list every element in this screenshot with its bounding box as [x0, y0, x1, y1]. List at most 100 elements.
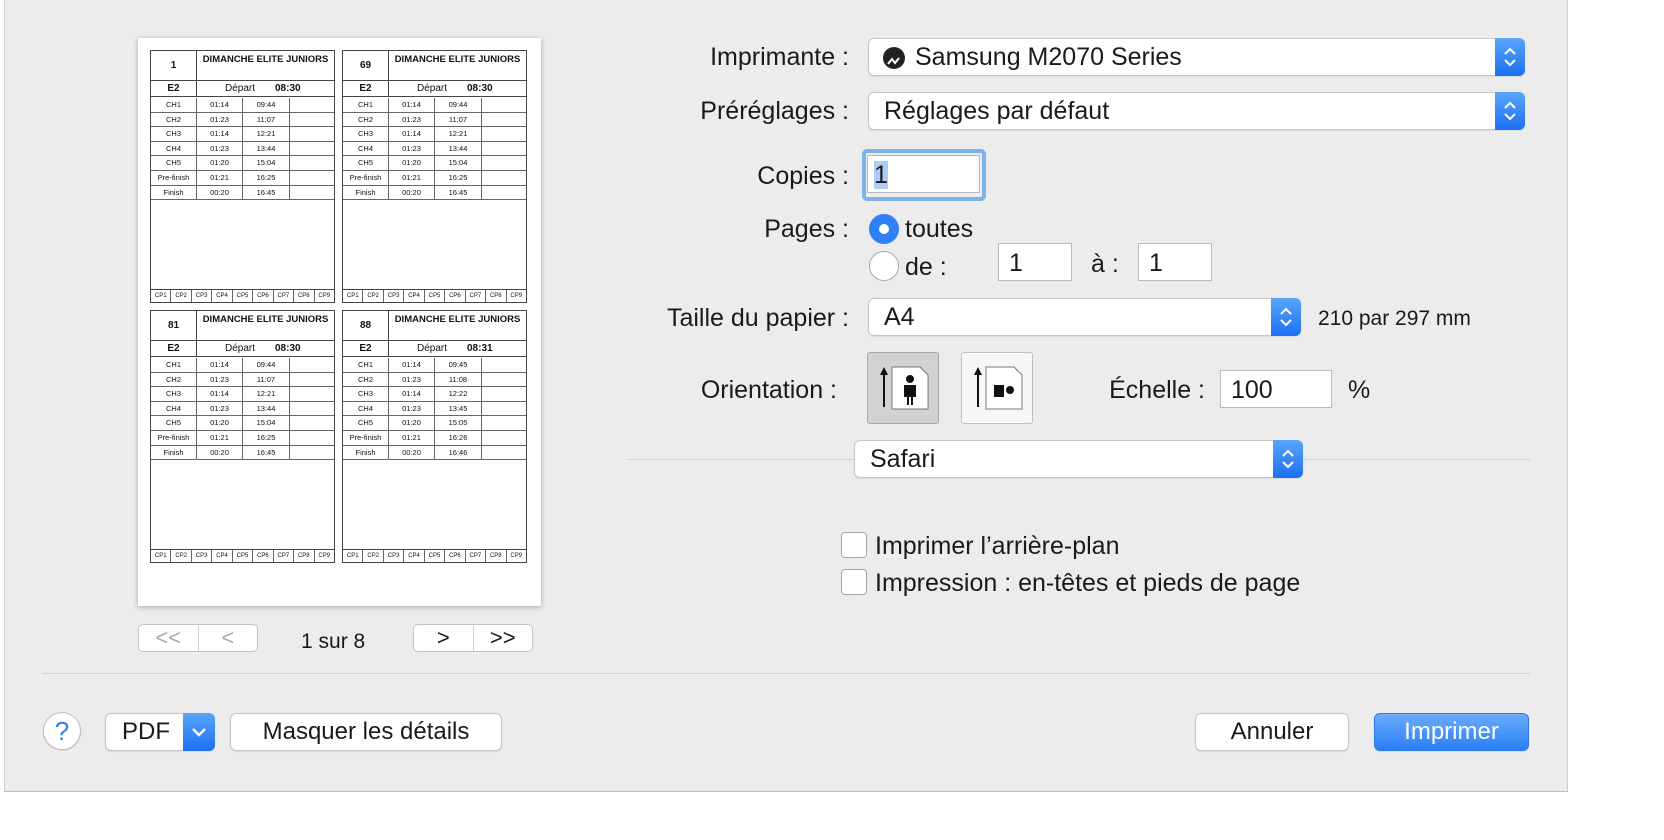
card-row: CH2 01:23 11:07 [343, 112, 526, 128]
card-row: CH1 01:14 09:44 [151, 98, 334, 113]
card-cell: CH2 [151, 112, 197, 127]
headers-footers-checkbox[interactable] [841, 569, 867, 595]
pages-all-radio[interactable] [869, 214, 899, 244]
print-preview-page: 1 DIMANCHE ELITE JUNIORS E2 Départ 08:30 CH1 0… [138, 38, 541, 606]
card-footer-cell: CP5 [423, 550, 444, 562]
card-cell: 13:44 [243, 401, 290, 416]
card-cell: 01:21 [389, 431, 435, 445]
card-cell: Pre-finish [343, 431, 389, 445]
card-cell: 01:14 [389, 127, 435, 142]
landscape-orientation-button[interactable] [961, 352, 1033, 424]
app-section-popup[interactable]: Safari [854, 440, 1303, 478]
help-button[interactable]: ? [43, 712, 81, 750]
paper-size-value: A4 [884, 303, 915, 331]
card-row: CH5 01:20 15:05 [343, 416, 526, 431]
card-row: Pre-finish 01:21 16:25 [151, 171, 334, 186]
card-cell: 01:20 [197, 156, 243, 171]
scale-label: Échelle : [1109, 376, 1205, 404]
pages-from-input[interactable]: 1 [998, 243, 1072, 281]
card-cell: 15:05 [435, 416, 482, 431]
card-cell: 15:04 [243, 416, 290, 431]
card-cell: 13:44 [243, 141, 290, 156]
app-section-value: Safari [870, 445, 936, 473]
printer-popup[interactable]: Samsung M2070 Series [868, 38, 1525, 76]
card-footer-cell: CP3 [190, 290, 211, 302]
card-footer-cell: CP5 [231, 550, 252, 562]
card-cell: 01:23 [197, 112, 243, 127]
copies-value: 1 [874, 161, 888, 189]
page-indicator: 1 sur 8 [301, 630, 366, 653]
card-cell: 11:08 [435, 372, 482, 387]
scale-unit: % [1348, 376, 1371, 404]
hide-details-button[interactable]: Masquer les détails [230, 713, 502, 751]
card-depart-label: Départ [417, 83, 448, 94]
card-row: CH4 01:23 13:44 [151, 141, 334, 157]
card-footer-cell: CP9 [313, 550, 334, 562]
card-row: Finish 00:20 16:45 [343, 185, 526, 201]
portrait-orientation-button[interactable] [867, 352, 939, 424]
paper-size-popup[interactable]: A4 [868, 298, 1301, 336]
pdf-menu-button[interactable]: PDF [105, 713, 215, 751]
print-background-label: Imprimer l’arrière-plan [875, 532, 1120, 560]
card-cell: 13:45 [435, 401, 482, 416]
card-footer: CP1 CP2 CP3 CP4 CP5 CP6 CP7 CP8 CP9 [151, 549, 334, 562]
last-page-button[interactable]: >> [472, 625, 533, 651]
print-background-checkbox[interactable] [841, 532, 867, 558]
preview-nav-forward-group: > >> [413, 624, 533, 652]
pages-to-input[interactable]: 1 [1138, 243, 1212, 281]
copies-label: Copies : [757, 162, 849, 190]
card-row: CH5 01:20 15:04 [151, 416, 334, 431]
copies-input[interactable]: 1 [867, 155, 980, 193]
card-cell: 01:23 [197, 372, 243, 387]
card-footer-cell: CP5 [231, 290, 252, 302]
previous-page-button[interactable]: < [197, 625, 258, 651]
card-footer: CP1 CP2 CP3 CP4 CP5 CP6 CP7 CP8 CP9 [343, 549, 526, 562]
card-footer-cell: CP2 [170, 290, 190, 302]
card-footer-cell: CP5 [423, 290, 444, 302]
card-cell: CH5 [151, 156, 197, 171]
card-cell: 01:20 [389, 156, 435, 171]
footer-separator [42, 673, 1530, 674]
scale-input[interactable]: 100 [1220, 370, 1332, 408]
card-depart-time: 08:30 [467, 83, 493, 94]
presets-value: Réglages par défaut [884, 97, 1110, 125]
card-footer-cell: CP2 [170, 550, 190, 562]
card-footer-cell: CP1 [346, 553, 359, 559]
print-dialog: 1 DIMANCHE ELITE JUNIORS E2 Départ 08:30 CH1 0… [4, 0, 1568, 792]
preview-card: 88 DIMANCHE ELITE JUNIORS E2 Départ 08:31 CH1… [342, 310, 527, 563]
presets-label: Préréglages : [700, 97, 849, 125]
card-footer-cell: CP4 [403, 550, 423, 562]
card-cell: 01:21 [197, 431, 243, 445]
card-cell: Finish [151, 445, 197, 460]
paper-size-label: Taille du papier : [666, 304, 849, 332]
card-cell: 01:14 [389, 387, 435, 402]
presets-popup[interactable]: Réglages par défaut [868, 92, 1525, 130]
card-footer-cell: CP8 [485, 290, 505, 302]
card-cell: 11:07 [243, 112, 290, 127]
card-cell: 01:23 [197, 141, 243, 156]
card-group: E2 [343, 81, 389, 97]
card-row: Finish 00:20 16:45 [151, 185, 334, 201]
card-cell: 01:20 [389, 416, 435, 431]
card-cell: 01:23 [389, 141, 435, 156]
card-footer-cell: CP4 [403, 290, 423, 302]
card-cell: CH2 [343, 112, 389, 127]
orientation-label: Orientation : [700, 376, 837, 404]
card-row: CH2 01:23 11:08 [343, 372, 526, 388]
cancel-button[interactable]: Annuler [1195, 713, 1349, 751]
pages-all-label: toutes [905, 215, 974, 243]
card-row: CH5 01:20 15:04 [343, 156, 526, 171]
pages-range-radio[interactable] [869, 251, 899, 281]
printer-label: Imprimante : [710, 43, 849, 71]
card-cell: Pre-finish [151, 431, 197, 445]
card-depart-row: E2 Départ 08:31 [343, 341, 526, 357]
print-button[interactable]: Imprimer [1374, 713, 1529, 751]
card-header: 88 DIMANCHE ELITE JUNIORS [343, 311, 526, 341]
first-page-button[interactable]: << [139, 625, 198, 651]
card-cell: 16:25 [243, 431, 290, 445]
chevron-down-icon [183, 713, 215, 751]
preview-card: 69 DIMANCHE ELITE JUNIORS E2 Départ 08:30 CH1… [342, 50, 527, 303]
pages-label: Pages : [764, 215, 849, 243]
next-page-button[interactable]: > [414, 625, 473, 651]
card-cell: 16:25 [435, 171, 482, 185]
